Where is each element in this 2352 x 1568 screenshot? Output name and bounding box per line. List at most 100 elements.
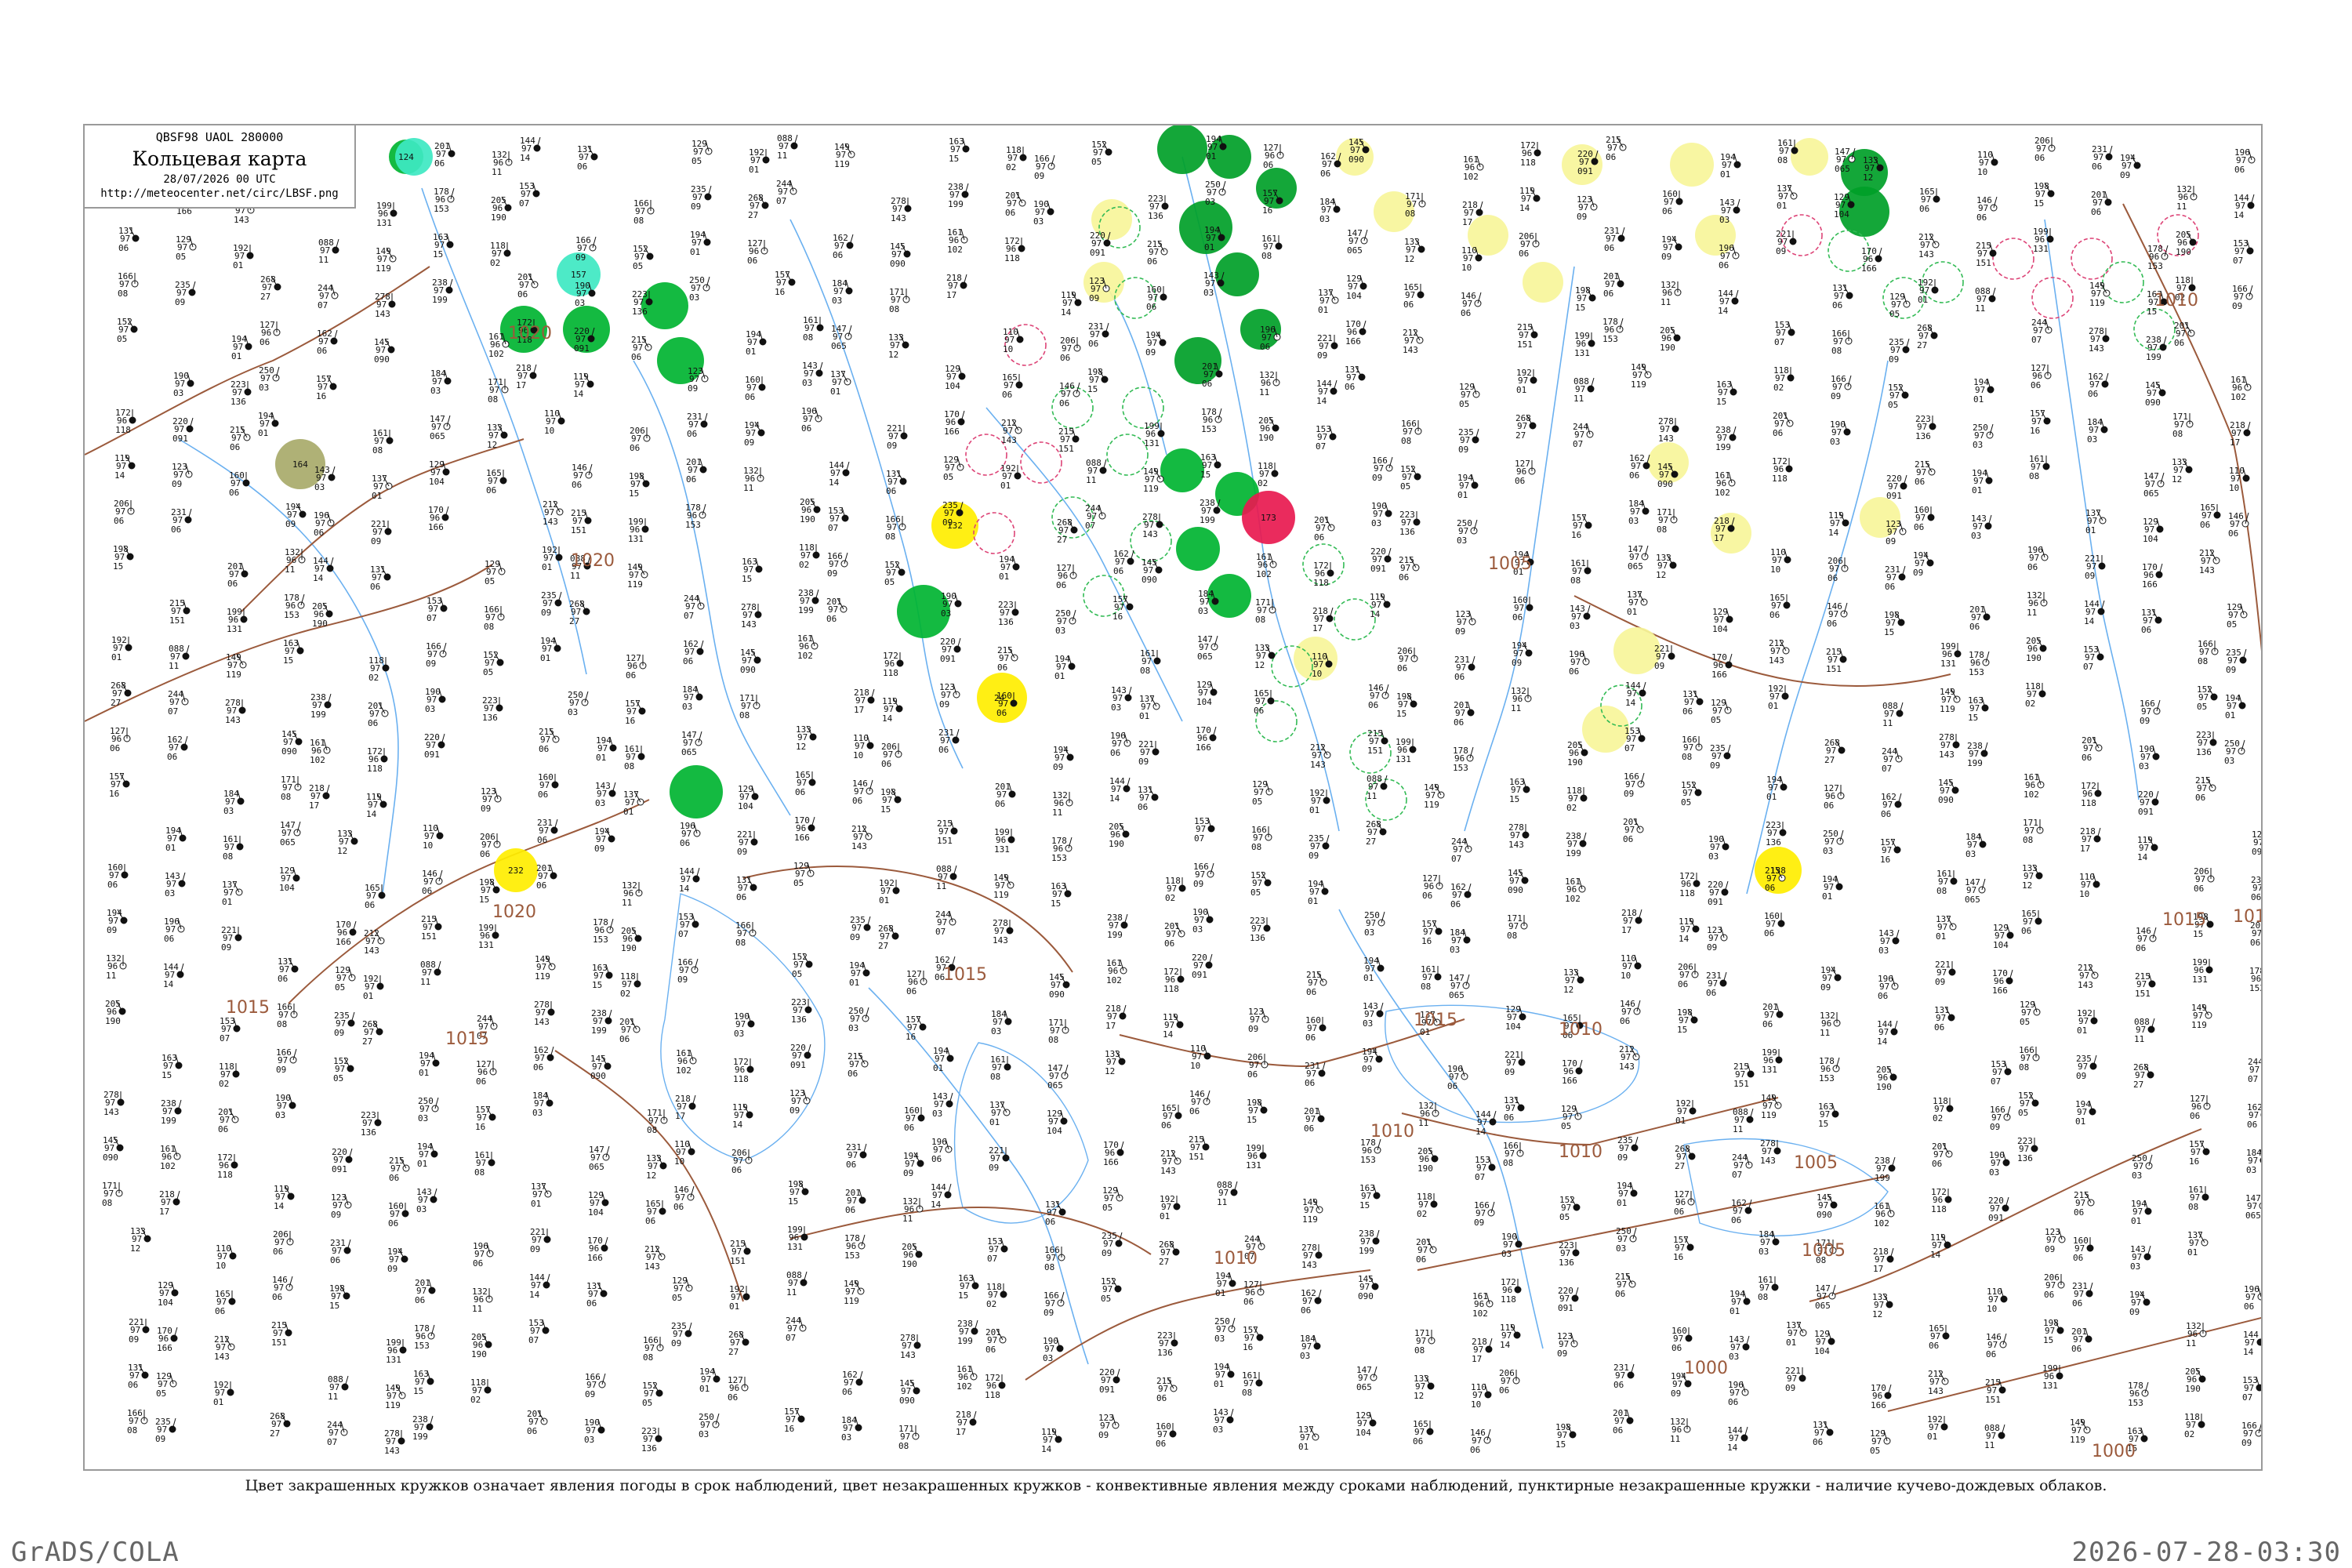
station-plot: 2689727 bbox=[2133, 1062, 2154, 1090]
station-dew: 151 bbox=[1976, 258, 1991, 268]
station-dew: 15 bbox=[1818, 1119, 1828, 1129]
station-dew: 05 bbox=[335, 982, 345, 993]
station-plot: 2219709 bbox=[1654, 644, 1675, 671]
station-plot: 1669709 bbox=[827, 551, 848, 579]
station-plot: 1669708 bbox=[118, 271, 139, 299]
station-plot: 1469706 bbox=[1189, 1089, 1210, 1116]
station-plot: 1189702 bbox=[368, 655, 390, 683]
station-plot: 19996131 bbox=[1940, 641, 1962, 669]
station-plot: 1539707 bbox=[519, 181, 540, 209]
station-plot: 22397136 bbox=[791, 997, 812, 1025]
station-plot: 1279606 bbox=[476, 1059, 497, 1087]
station-dew: 11 bbox=[1052, 808, 1062, 818]
station-plot: 2189717 bbox=[159, 1189, 180, 1217]
station-dew: 06 bbox=[415, 1295, 425, 1305]
station-dew: 01 bbox=[1363, 973, 1374, 983]
station-dew: 11 bbox=[328, 1392, 338, 1402]
station-dew: 01 bbox=[1617, 1198, 1627, 1208]
station-dew: 199 bbox=[1967, 758, 1983, 768]
station-plot: 1909703 bbox=[584, 1417, 605, 1445]
station-dew: 03 bbox=[991, 1026, 1001, 1036]
station-dew: 08 bbox=[2023, 835, 2033, 845]
station-dew: 14 bbox=[679, 884, 690, 894]
station-plot: 1669709 bbox=[1372, 456, 1393, 483]
station-plot: 1469706 bbox=[422, 869, 443, 896]
station-dew: 06 bbox=[517, 289, 528, 299]
legend-url[interactable]: http://meteocenter.net/circ/LBSF.png bbox=[85, 187, 354, 200]
station-plot: 22097091 bbox=[424, 732, 445, 760]
station-dew: 06 bbox=[1885, 582, 1895, 592]
station-plot: 17896153 bbox=[1453, 746, 1474, 773]
station-plot: 1949701 bbox=[417, 1142, 438, 1169]
station-plot: 1319706 bbox=[1504, 1095, 1525, 1123]
station-dew: 143 bbox=[741, 619, 757, 630]
station-dew: 15 bbox=[2193, 929, 2203, 939]
station-plot: 17096166 bbox=[157, 1326, 178, 1353]
station-plot: 16196102 bbox=[676, 1048, 697, 1076]
station-dew: 143 bbox=[2089, 343, 2104, 354]
station-plot: 14597090 bbox=[281, 729, 303, 757]
station-dew: 06 bbox=[1881, 809, 1891, 819]
station-dew: 143 bbox=[234, 215, 249, 225]
isobar-label: 1010 bbox=[1559, 1020, 1602, 1040]
station-plot: 17096166 bbox=[1992, 968, 2013, 996]
station-dew: 06 bbox=[626, 670, 636, 681]
station-dew: 06 bbox=[931, 1154, 942, 1164]
station-dew: 131 bbox=[1940, 659, 1956, 669]
station-plot: 1619708 bbox=[1936, 869, 1958, 896]
station-plot: 1279606 bbox=[1263, 143, 1284, 170]
station-plot: 2449707 bbox=[168, 689, 189, 717]
station-dew: 12 bbox=[2172, 474, 2182, 485]
station-dew: 07 bbox=[519, 198, 529, 209]
station-dew: 06 bbox=[745, 392, 755, 402]
station-dew: 15 bbox=[1087, 384, 1098, 394]
station-dew: 11 bbox=[1418, 1118, 1428, 1128]
station-dew: 06 bbox=[1765, 883, 1775, 893]
station-plot: 2019706 bbox=[2082, 735, 2103, 763]
station-dew: 09 bbox=[1990, 1122, 2000, 1132]
station-dew: 166 bbox=[428, 522, 444, 532]
station-plot: 14597090 bbox=[1049, 972, 1070, 1000]
station-dew: 15 bbox=[413, 1386, 423, 1396]
station-plot: 21597151 bbox=[2135, 971, 2156, 999]
station-dew: 06 bbox=[1189, 1106, 1200, 1116]
station-plot: 14597090 bbox=[899, 1378, 920, 1406]
station-dew: 03 bbox=[1213, 1425, 1223, 1435]
station-plot: 2019706 bbox=[619, 1017, 641, 1044]
station-dew: 09 bbox=[1317, 350, 1327, 361]
station-plot: 1949709 bbox=[1512, 641, 1533, 668]
station-dew: 102 bbox=[956, 1381, 972, 1392]
station-dew: 09 bbox=[2232, 301, 2242, 311]
station-dew: 06 bbox=[1447, 1081, 1457, 1091]
station-plot: 1669708 bbox=[1044, 1245, 1065, 1272]
station-dew: 090 bbox=[590, 1071, 606, 1081]
station-plot: 2189717 bbox=[1312, 606, 1334, 633]
station-plot: 1659706 bbox=[645, 1199, 666, 1226]
station-plot: 2689727 bbox=[1366, 819, 1387, 847]
station-plot: 1379701 bbox=[623, 789, 644, 817]
highlighted-station-label: 232 bbox=[508, 866, 524, 876]
station-dew: 14 bbox=[163, 979, 174, 989]
station-dew: 15 bbox=[1884, 627, 1894, 637]
station-dew: 03 bbox=[418, 1113, 428, 1123]
station-dew: 02 bbox=[470, 1395, 481, 1405]
station-dew: 06 bbox=[536, 880, 546, 891]
station-plot: 1109710 bbox=[674, 1139, 695, 1167]
station-plot: 1529705 bbox=[792, 952, 813, 979]
station-plot: 20596190 bbox=[902, 1242, 923, 1269]
station-plot: 1669708 bbox=[1682, 735, 1703, 762]
station-plot: 0889711 bbox=[1984, 1423, 2005, 1450]
station-dew: 27 bbox=[748, 210, 758, 220]
station-dew: 06 bbox=[2031, 380, 2041, 390]
station-plot: 1529705 bbox=[642, 1381, 663, 1408]
station-dew: 03 bbox=[1203, 288, 1214, 298]
station-plot: 17896153 bbox=[284, 593, 305, 620]
station-dew: 119 bbox=[1143, 484, 1159, 494]
station-plot: 14997119 bbox=[844, 1279, 865, 1306]
station-dew: 08 bbox=[1503, 1158, 1513, 1168]
station-plot: 1969706 bbox=[2027, 545, 2049, 572]
station-dew: 090 bbox=[1142, 575, 1157, 585]
station-plot: 2509703 bbox=[1205, 180, 1226, 207]
station-plot: 2219709 bbox=[1317, 333, 1338, 361]
station-plot: 1469706 bbox=[852, 779, 873, 806]
